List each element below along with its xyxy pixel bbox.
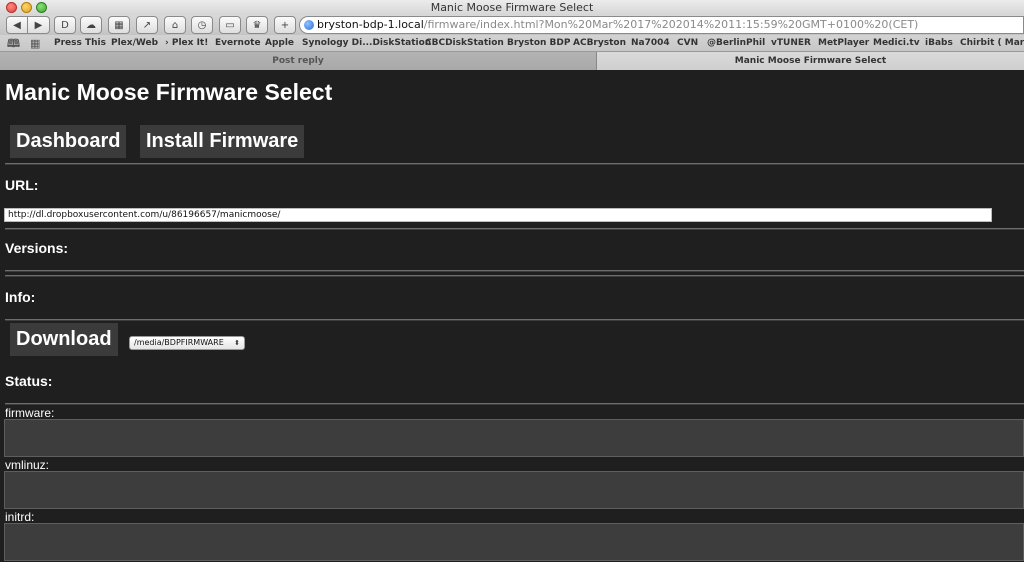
page-title: Manic Moose Firmware Select [5,79,333,105]
share-button[interactable]: ↗ [136,16,158,34]
download-button[interactable]: Download [10,323,118,356]
cloud-icon: ☁ [86,19,96,31]
firmware-label: firmware: [5,406,55,420]
bookmarks-bar: 🕮 ▦ Press This Plex/Web › Plex It! Evern… [0,35,1024,52]
close-window-button[interactable] [6,2,17,13]
grid-icon[interactable]: ▦ [30,35,40,51]
address-host: bryston-bdp-1.local [317,18,424,31]
divider [5,163,1024,165]
bookmark-item[interactable]: Apple [265,35,294,51]
divider [5,275,1024,277]
initrd-status-box[interactable] [4,523,1024,561]
back-arrow-icon: ◀ [13,19,21,31]
install-firmware-button[interactable]: Install Firmware [140,125,305,158]
history-button[interactable]: ◷ [191,16,213,34]
book-icon: ▭ [225,19,235,31]
extension-button[interactable]: ♛ [246,16,268,34]
bookmark-item[interactable]: › Plex It! [165,35,208,51]
forward-arrow-icon: ▶ [34,19,43,31]
crown-icon: ♛ [252,19,262,31]
bookmark-item[interactable]: Bryston BDP [507,35,570,51]
chevron-updown-icon: ⬍ [234,339,240,347]
browser-toolbar: ◀ ▶ D ☁ ▦ ↗ ⌂ ◷ ▭ ♛ + bryston-bdp-1.loca… [0,15,1024,35]
share-icon: ↗ [142,19,152,31]
bookmark-item[interactable]: Synology Di...DiskStation [302,35,431,51]
status-label: Status: [5,373,53,389]
book-icon[interactable]: 🕮 [7,35,20,51]
url-input[interactable]: http://dl.dropboxusercontent.com/u/86196… [4,208,992,222]
clock-icon: ◷ [197,19,207,31]
target-select[interactable]: /media/BDPFIRMWARE ⬍ [129,336,245,350]
vmlinuz-label: vmlinuz: [5,458,50,472]
target-select-value: /media/BDPFIRMWARE [134,338,224,347]
reading-list-button[interactable]: ▭ [219,16,241,34]
forward-button[interactable]: ▶ [28,16,50,34]
tab-firmware-select[interactable]: Manic Moose Firmware Select [597,52,1024,70]
firmware-status-box[interactable] [4,419,1024,457]
bookmark-item[interactable]: CVN [677,35,698,51]
tab-bar: Post reply Manic Moose Firmware Select [0,52,1024,70]
home-icon: ⌂ [171,19,179,31]
address-path: /firmware/index.html?Mon%20Mar%2017%2020… [423,18,919,31]
page-content: Manic Moose Firmware Select Dashboard In… [0,71,1024,562]
vmlinuz-status-box[interactable] [4,471,1024,509]
bookmark-item[interactable]: Medici.tv [873,35,920,51]
minimize-window-button[interactable] [21,2,32,13]
bookmark-item[interactable]: vTUNER [771,35,811,51]
bookmark-item[interactable]: @BerlinPhil [707,35,765,51]
initrd-label: initrd: [5,510,35,524]
divider [5,403,1024,405]
back-button[interactable]: ◀ [6,16,28,34]
zoom-window-button[interactable] [36,2,47,13]
dashboard-button[interactable]: Dashboard [10,125,127,158]
globe-icon [304,20,314,30]
document-icon: D [61,19,69,31]
address-bar[interactable]: bryston-bdp-1.local/firmware/index.html?… [299,16,1024,34]
readability-button[interactable]: D [54,16,76,34]
url-label: URL: [5,177,39,193]
bookmark-item[interactable]: Plex/Web [111,35,158,51]
window-titlebar: Manic Moose Firmware Select [0,0,1024,15]
info-label: Info: [5,289,36,305]
cloud-button[interactable]: ☁ [80,16,102,34]
divider [5,228,1024,230]
bookmark-item[interactable]: CBCDiskStation [425,35,504,51]
window-title: Manic Moose Firmware Select [430,1,594,14]
top-sites-button[interactable]: ▦ [108,16,130,34]
bookmark-item[interactable]: iBabs [925,35,953,51]
bookmark-item[interactable]: ACBryston [573,35,626,51]
tab-post-reply[interactable]: Post reply [0,52,597,70]
bookmark-item[interactable]: Chirbit ( Marij [960,35,1024,51]
plus-icon: + [280,19,290,31]
divider [5,319,1024,321]
bookmark-item[interactable]: Evernote [215,35,261,51]
home-button[interactable]: ⌂ [164,16,186,34]
bookmark-item[interactable]: Press This [54,35,106,51]
grid-icon: ▦ [114,19,124,31]
bookmark-item[interactable]: MetPlayer [818,35,869,51]
new-tab-button[interactable]: + [274,16,296,34]
divider [5,270,1024,272]
bookmark-item[interactable]: Na7004 [631,35,670,51]
versions-label: Versions: [5,240,69,256]
